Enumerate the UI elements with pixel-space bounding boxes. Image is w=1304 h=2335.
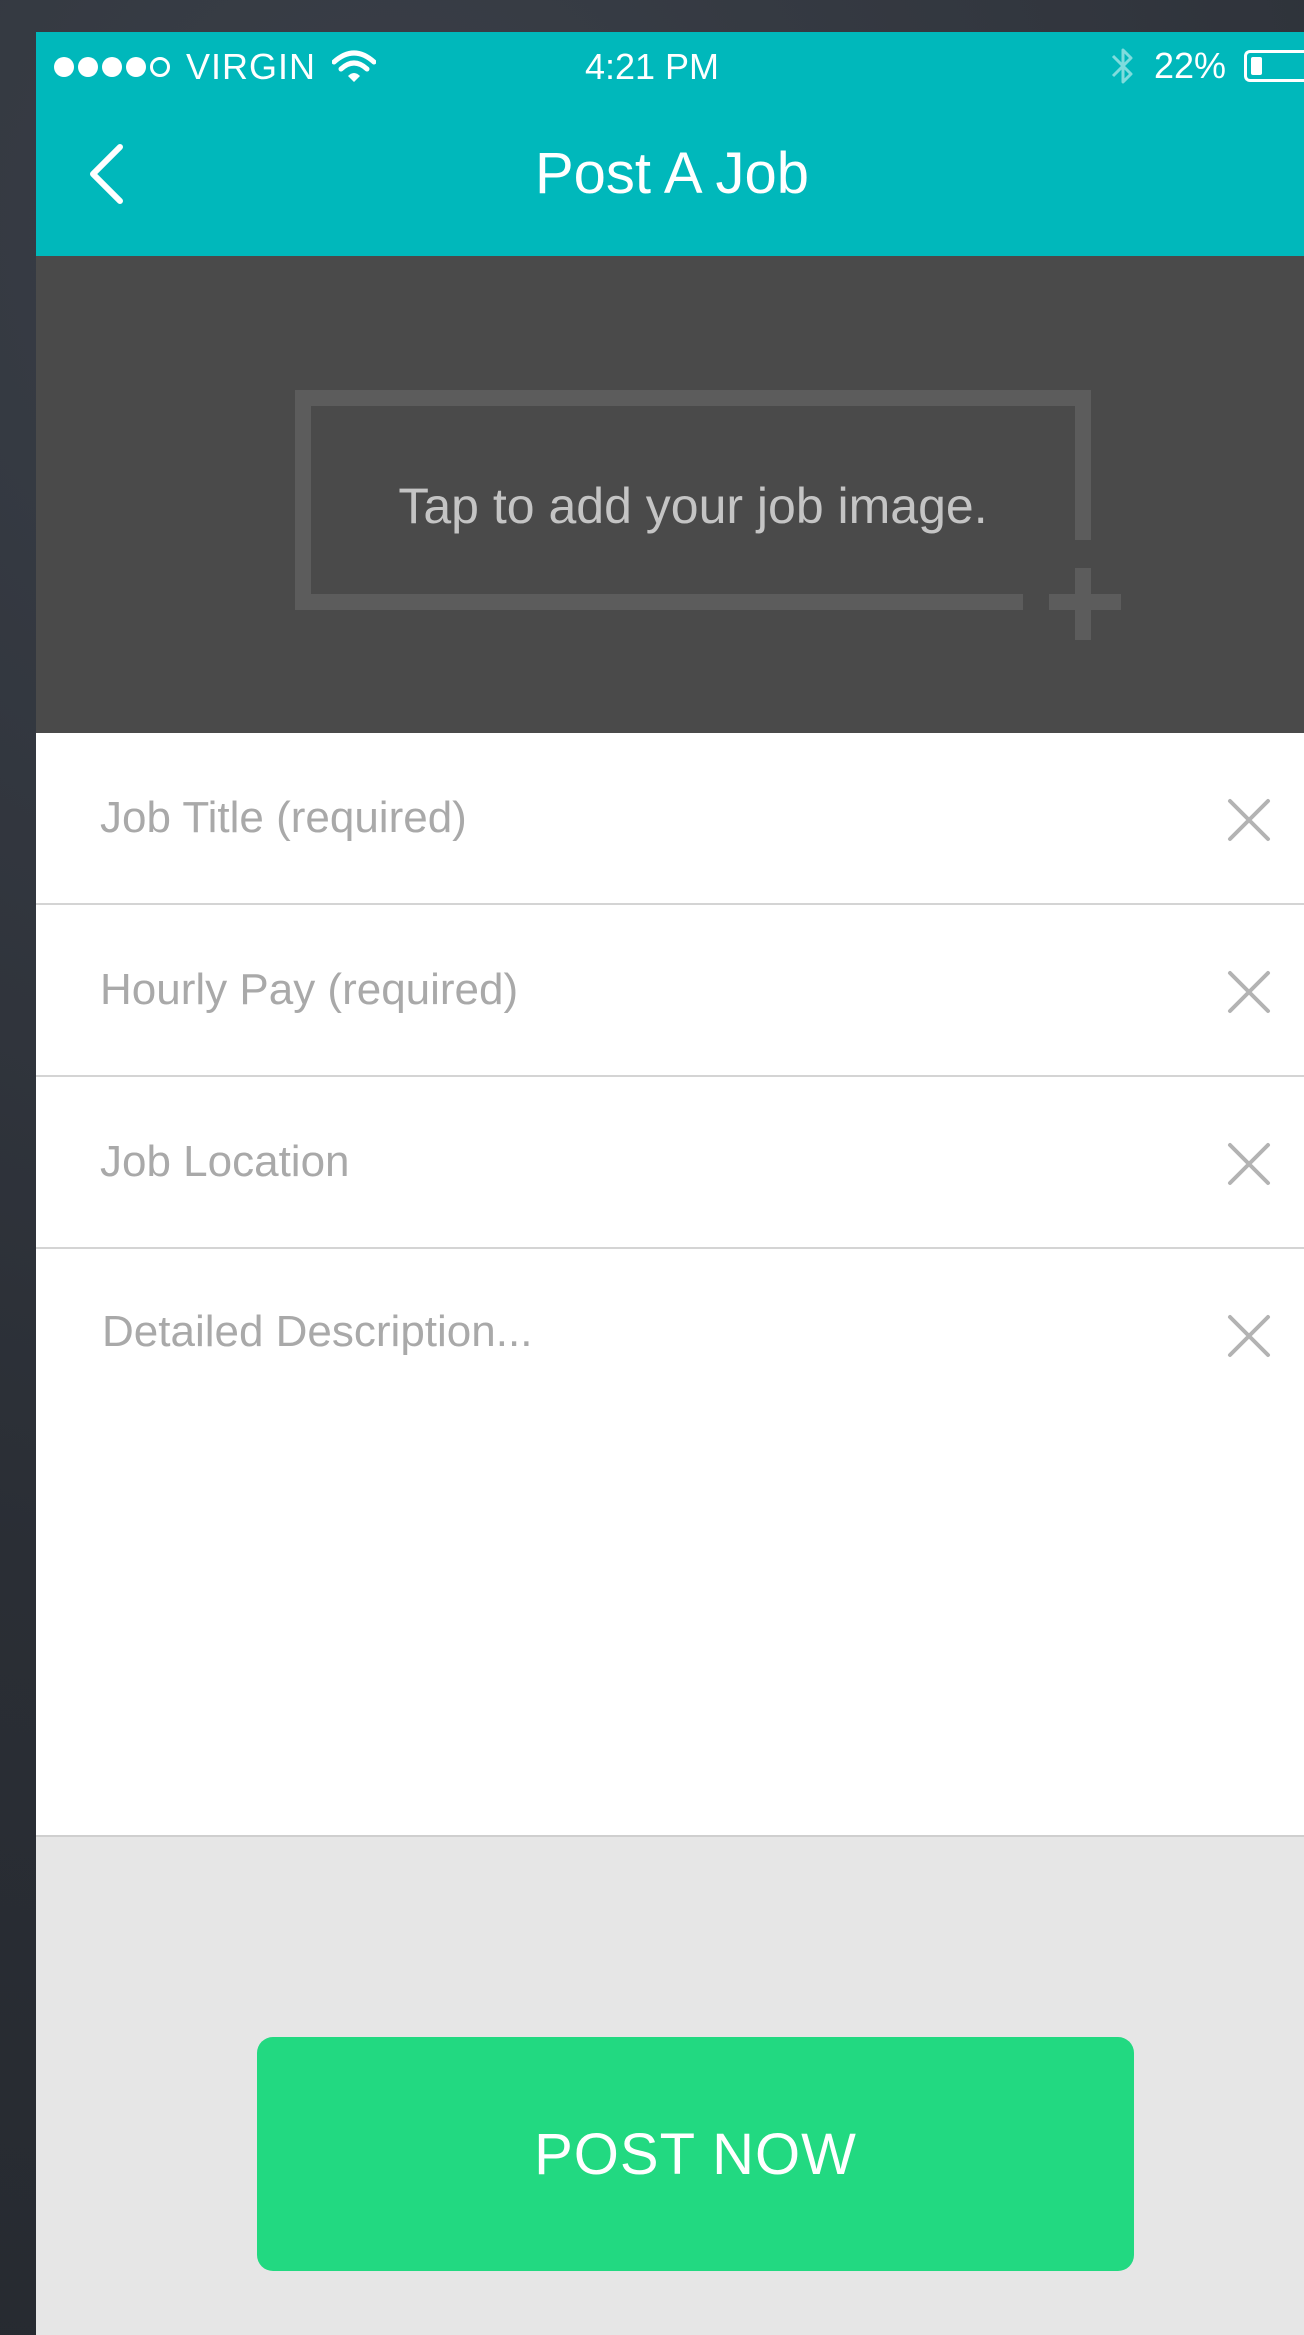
hourly-pay-row [36, 905, 1304, 1077]
battery-icon [1244, 50, 1304, 82]
job-location-row [36, 1077, 1304, 1249]
close-icon [1228, 1315, 1270, 1357]
description-textarea[interactable] [102, 1307, 1162, 1787]
job-title-row [36, 733, 1304, 905]
clear-hourly-pay-button[interactable] [1214, 957, 1284, 1027]
battery-fill [1251, 57, 1262, 75]
footer: POST NOW [36, 1871, 1304, 2335]
close-icon [1228, 971, 1270, 1013]
bluetooth-icon [1111, 48, 1133, 84]
close-icon [1228, 1143, 1270, 1185]
description-row [36, 1249, 1304, 1837]
status-right: 22% [1110, 44, 1304, 88]
post-now-button[interactable]: POST NOW [257, 2037, 1134, 2271]
frame-edge [1075, 390, 1091, 540]
clear-job-location-button[interactable] [1214, 1129, 1284, 1199]
page-title: Post A Job [534, 141, 810, 206]
hourly-pay-input[interactable] [100, 955, 1160, 1025]
close-icon [1228, 799, 1270, 841]
header: VIRGIN 4:21 PM 22% Post A Job [36, 32, 1304, 256]
plus-bar [1075, 568, 1091, 640]
image-prompt: Tap to add your job image. [398, 478, 988, 534]
frame-edge [295, 594, 1023, 610]
job-location-input[interactable] [100, 1127, 1160, 1197]
clear-description-button[interactable] [1214, 1301, 1284, 1371]
phone-screen: VIRGIN 4:21 PM 22% Post A Job Tap to add… [36, 32, 1304, 2335]
job-title-input[interactable] [100, 783, 1160, 853]
job-form [36, 733, 1304, 1837]
job-image-area[interactable]: Tap to add your job image. [36, 256, 1304, 733]
clear-job-title-button[interactable] [1214, 785, 1284, 855]
back-button[interactable] [76, 134, 136, 214]
battery-percent: 22% [1153, 45, 1226, 86]
status-bar: VIRGIN 4:21 PM 22% [36, 32, 1304, 104]
chevron-left-icon [90, 144, 123, 204]
nav-bar: Post A Job [36, 104, 1304, 256]
add-image-button[interactable]: Tap to add your job image. [295, 390, 1121, 640]
